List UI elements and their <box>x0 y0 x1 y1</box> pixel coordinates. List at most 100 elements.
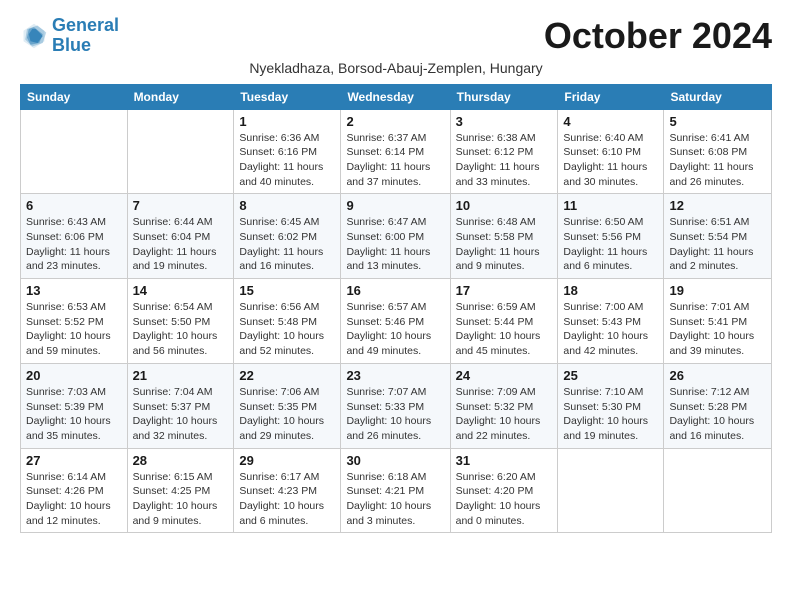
calendar-header: Sunday Monday Tuesday Wednesday Thursday… <box>21 84 772 109</box>
calendar-cell: 29Sunrise: 6:17 AMSunset: 4:23 PMDayligh… <box>234 448 341 533</box>
day-info: Sunrise: 6:53 AMSunset: 5:52 PMDaylight:… <box>26 300 122 359</box>
day-number: 25 <box>563 368 658 383</box>
day-number: 9 <box>346 198 444 213</box>
col-tuesday: Tuesday <box>234 84 341 109</box>
calendar-cell: 20Sunrise: 7:03 AMSunset: 5:39 PMDayligh… <box>21 363 128 448</box>
calendar-cell: 24 Sunrise: 7:09 AMSunset: 5:32 PMDayligh… <box>450 363 558 448</box>
day-number: 1 <box>239 114 335 129</box>
calendar-cell: 19 Sunrise: 7:01 AMSunset: 5:41 PMDayligh… <box>664 279 772 364</box>
day-info: Sunrise: 6:50 AMSunset: 5:56 PMDaylight:… <box>563 215 658 274</box>
col-thursday: Thursday <box>450 84 558 109</box>
day-info: Sunrise: 7:12 AMSunset: 5:28 PMDaylight:… <box>669 385 766 444</box>
calendar-cell: 14Sunrise: 6:54 AMSunset: 5:50 PMDayligh… <box>127 279 234 364</box>
calendar-cell: 11Sunrise: 6:50 AMSunset: 5:56 PMDayligh… <box>558 194 664 279</box>
calendar-cell: 31Sunrise: 6:20 AMSunset: 4:20 PMDayligh… <box>450 448 558 533</box>
day-info: Sunrise: 6:36 AMSunset: 6:16 PMDaylight:… <box>239 131 335 190</box>
calendar-week-4: 20Sunrise: 7:03 AMSunset: 5:39 PMDayligh… <box>21 363 772 448</box>
day-number: 5 <box>669 114 766 129</box>
day-info: Sunrise: 7:07 AMSunset: 5:33 PMDaylight:… <box>346 385 444 444</box>
calendar-cell: 13 Sunrise: 6:53 AMSunset: 5:52 PMDayligh… <box>21 279 128 364</box>
calendar-cell: 7 Sunrise: 6:44 AMSunset: 6:04 PMDaylight… <box>127 194 234 279</box>
day-info: Sunrise: 6:38 AMSunset: 6:12 PMDaylight:… <box>456 131 553 190</box>
day-info: Sunrise: 6:56 AMSunset: 5:48 PMDaylight:… <box>239 300 335 359</box>
calendar-cell: 28 Sunrise: 6:15 AMSunset: 4:25 PMDayligh… <box>127 448 234 533</box>
calendar-cell: 6 Sunrise: 6:43 AMSunset: 6:06 PMDaylight… <box>21 194 128 279</box>
logo-text: General Blue <box>52 16 119 56</box>
day-number: 28 <box>133 453 229 468</box>
calendar-cell: 27 Sunrise: 6:14 AMSunset: 4:26 PMDayligh… <box>21 448 128 533</box>
day-info: Sunrise: 7:01 AMSunset: 5:41 PMDaylight:… <box>669 300 766 359</box>
title-block: October 2024 <box>544 16 772 56</box>
col-saturday: Saturday <box>664 84 772 109</box>
col-wednesday: Wednesday <box>341 84 450 109</box>
calendar-week-2: 6 Sunrise: 6:43 AMSunset: 6:06 PMDaylight… <box>21 194 772 279</box>
calendar-cell: 18 Sunrise: 7:00 AMSunset: 5:43 PMDayligh… <box>558 279 664 364</box>
day-info: Sunrise: 6:43 AMSunset: 6:06 PMDaylight:… <box>26 215 122 274</box>
col-monday: Monday <box>127 84 234 109</box>
header: General Blue October 2024 <box>20 16 772 56</box>
day-info: Sunrise: 6:48 AMSunset: 5:58 PMDaylight:… <box>456 215 553 274</box>
day-number: 6 <box>26 198 122 213</box>
day-number: 18 <box>563 283 658 298</box>
day-number: 14 <box>133 283 229 298</box>
day-info: Sunrise: 6:15 AMSunset: 4:25 PMDaylight:… <box>133 470 229 529</box>
calendar-table: Sunday Monday Tuesday Wednesday Thursday… <box>20 84 772 534</box>
day-number: 24 <box>456 368 553 383</box>
day-number: 19 <box>669 283 766 298</box>
day-info: Sunrise: 6:14 AMSunset: 4:26 PMDaylight:… <box>26 470 122 529</box>
subtitle: Nyekladhaza, Borsod-Abauj-Zemplen, Hunga… <box>20 60 772 76</box>
page: General Blue October 2024 Nyekladhaza, B… <box>0 0 792 549</box>
day-number: 8 <box>239 198 335 213</box>
calendar-cell: 23 Sunrise: 7:07 AMSunset: 5:33 PMDayligh… <box>341 363 450 448</box>
calendar-cell: 12Sunrise: 6:51 AMSunset: 5:54 PMDayligh… <box>664 194 772 279</box>
day-number: 4 <box>563 114 658 129</box>
calendar-cell: 21 Sunrise: 7:04 AMSunset: 5:37 PMDayligh… <box>127 363 234 448</box>
calendar-cell: 1 Sunrise: 6:36 AMSunset: 6:16 PMDaylight… <box>234 109 341 194</box>
calendar-week-5: 27 Sunrise: 6:14 AMSunset: 4:26 PMDayligh… <box>21 448 772 533</box>
calendar-cell: 30 Sunrise: 6:18 AMSunset: 4:21 PMDayligh… <box>341 448 450 533</box>
day-number: 21 <box>133 368 229 383</box>
day-number: 17 <box>456 283 553 298</box>
day-number: 23 <box>346 368 444 383</box>
calendar-cell: 26 Sunrise: 7:12 AMSunset: 5:28 PMDayligh… <box>664 363 772 448</box>
logo-line2: Blue <box>52 35 91 55</box>
calendar-week-1: 1 Sunrise: 6:36 AMSunset: 6:16 PMDaylight… <box>21 109 772 194</box>
col-sunday: Sunday <box>21 84 128 109</box>
day-number: 27 <box>26 453 122 468</box>
day-info: Sunrise: 7:04 AMSunset: 5:37 PMDaylight:… <box>133 385 229 444</box>
calendar-cell: 9 Sunrise: 6:47 AMSunset: 6:00 PMDaylight… <box>341 194 450 279</box>
calendar-cell: 25 Sunrise: 7:10 AMSunset: 5:30 PMDayligh… <box>558 363 664 448</box>
day-number: 7 <box>133 198 229 213</box>
calendar-cell: 3 Sunrise: 6:38 AMSunset: 6:12 PMDaylight… <box>450 109 558 194</box>
calendar-week-3: 13 Sunrise: 6:53 AMSunset: 5:52 PMDayligh… <box>21 279 772 364</box>
logo-line1: General <box>52 15 119 35</box>
calendar-cell: 8Sunrise: 6:45 AMSunset: 6:02 PMDaylight… <box>234 194 341 279</box>
day-number: 3 <box>456 114 553 129</box>
day-number: 30 <box>346 453 444 468</box>
calendar-cell <box>21 109 128 194</box>
calendar-cell: 15 Sunrise: 6:56 AMSunset: 5:48 PMDayligh… <box>234 279 341 364</box>
calendar-cell <box>558 448 664 533</box>
day-number: 26 <box>669 368 766 383</box>
day-info: Sunrise: 6:20 AMSunset: 4:20 PMDaylight:… <box>456 470 553 529</box>
calendar-cell: 22 Sunrise: 7:06 AMSunset: 5:35 PMDayligh… <box>234 363 341 448</box>
day-number: 15 <box>239 283 335 298</box>
calendar-cell: 5Sunrise: 6:41 AMSunset: 6:08 PMDaylight… <box>664 109 772 194</box>
day-info: Sunrise: 6:59 AMSunset: 5:44 PMDaylight:… <box>456 300 553 359</box>
day-number: 22 <box>239 368 335 383</box>
calendar-cell: 17 Sunrise: 6:59 AMSunset: 5:44 PMDayligh… <box>450 279 558 364</box>
day-info: Sunrise: 7:09 AMSunset: 5:32 PMDaylight:… <box>456 385 553 444</box>
day-number: 2 <box>346 114 444 129</box>
day-info: Sunrise: 6:47 AMSunset: 6:00 PMDaylight:… <box>346 215 444 274</box>
day-info: Sunrise: 7:06 AMSunset: 5:35 PMDaylight:… <box>239 385 335 444</box>
day-number: 16 <box>346 283 444 298</box>
day-number: 10 <box>456 198 553 213</box>
day-number: 12 <box>669 198 766 213</box>
day-info: Sunrise: 6:18 AMSunset: 4:21 PMDaylight:… <box>346 470 444 529</box>
day-info: Sunrise: 7:00 AMSunset: 5:43 PMDaylight:… <box>563 300 658 359</box>
day-info: Sunrise: 7:03 AMSunset: 5:39 PMDaylight:… <box>26 385 122 444</box>
day-info: Sunrise: 6:44 AMSunset: 6:04 PMDaylight:… <box>133 215 229 274</box>
day-info: Sunrise: 7:10 AMSunset: 5:30 PMDaylight:… <box>563 385 658 444</box>
calendar-cell: 10 Sunrise: 6:48 AMSunset: 5:58 PMDayligh… <box>450 194 558 279</box>
day-number: 13 <box>26 283 122 298</box>
